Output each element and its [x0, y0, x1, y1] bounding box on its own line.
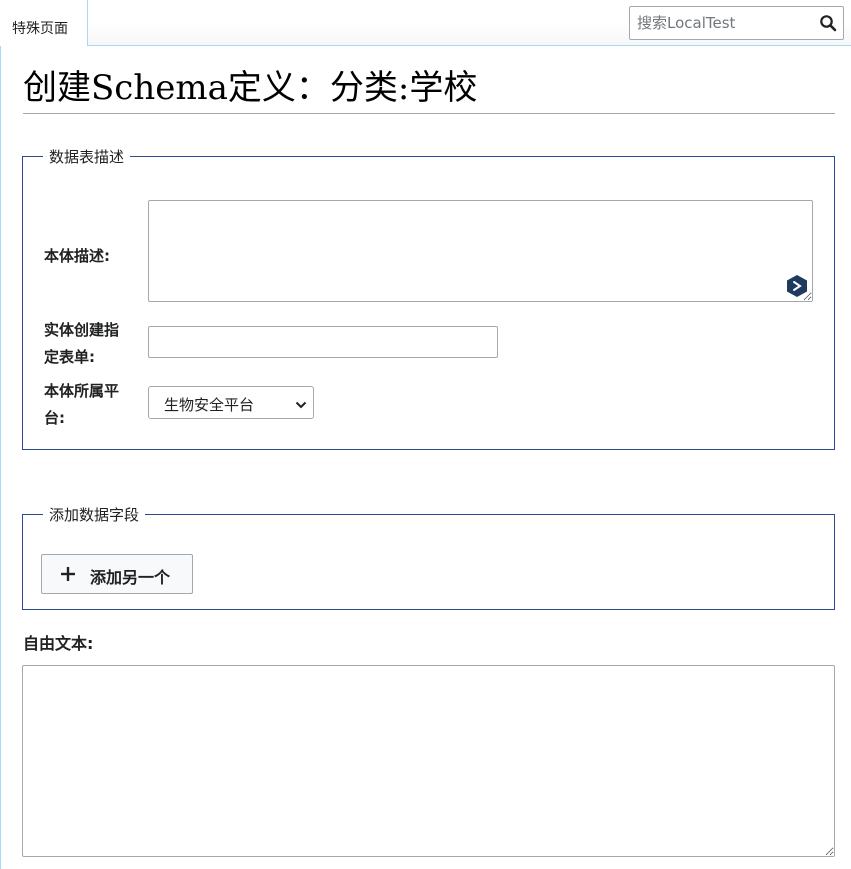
form-label-line2: 定表单:	[44, 348, 95, 366]
search-icon[interactable]	[819, 14, 837, 32]
assistant-badge-icon[interactable]	[786, 274, 808, 298]
main-content: 创建Schema定义：分类:学校 数据表描述 本体描述: 实体创建指 定表单: …	[1, 46, 851, 869]
platform-selected-value: 生物安全平台	[164, 396, 255, 414]
search-box	[629, 6, 844, 40]
page-title: 创建Schema定义：分类:学校	[23, 64, 835, 114]
description-textarea[interactable]	[148, 200, 813, 302]
chevron-down-icon	[295, 397, 307, 409]
schema-description-fieldset: 数据表描述 本体描述: 实体创建指 定表单: 本体所属平 台: 生物安全平台	[22, 146, 835, 450]
tab-special-page[interactable]: 特殊页面	[0, 0, 88, 46]
schema-description-legend: 数据表描述	[49, 148, 125, 166]
add-another-button[interactable]: 添加另一个	[41, 554, 193, 594]
platform-select[interactable]: 生物安全平台	[148, 386, 314, 419]
free-text-label: 自由文本:	[23, 634, 94, 653]
form-input[interactable]	[148, 326, 498, 358]
add-fields-legend: 添加数据字段	[49, 506, 140, 524]
platform-label-line2: 台:	[44, 409, 65, 427]
add-fields-fieldset: 添加数据字段 添加另一个	[22, 504, 835, 610]
platform-label-line1: 本体所属平	[44, 382, 120, 400]
description-label: 本体描述:	[44, 247, 110, 265]
search-input[interactable]	[630, 7, 810, 39]
free-text-textarea[interactable]	[22, 665, 835, 857]
tab-label: 特殊页面	[12, 21, 68, 37]
add-another-label: 添加另一个	[90, 568, 171, 587]
plus-icon	[60, 566, 76, 582]
form-label-line1: 实体创建指	[44, 321, 120, 339]
